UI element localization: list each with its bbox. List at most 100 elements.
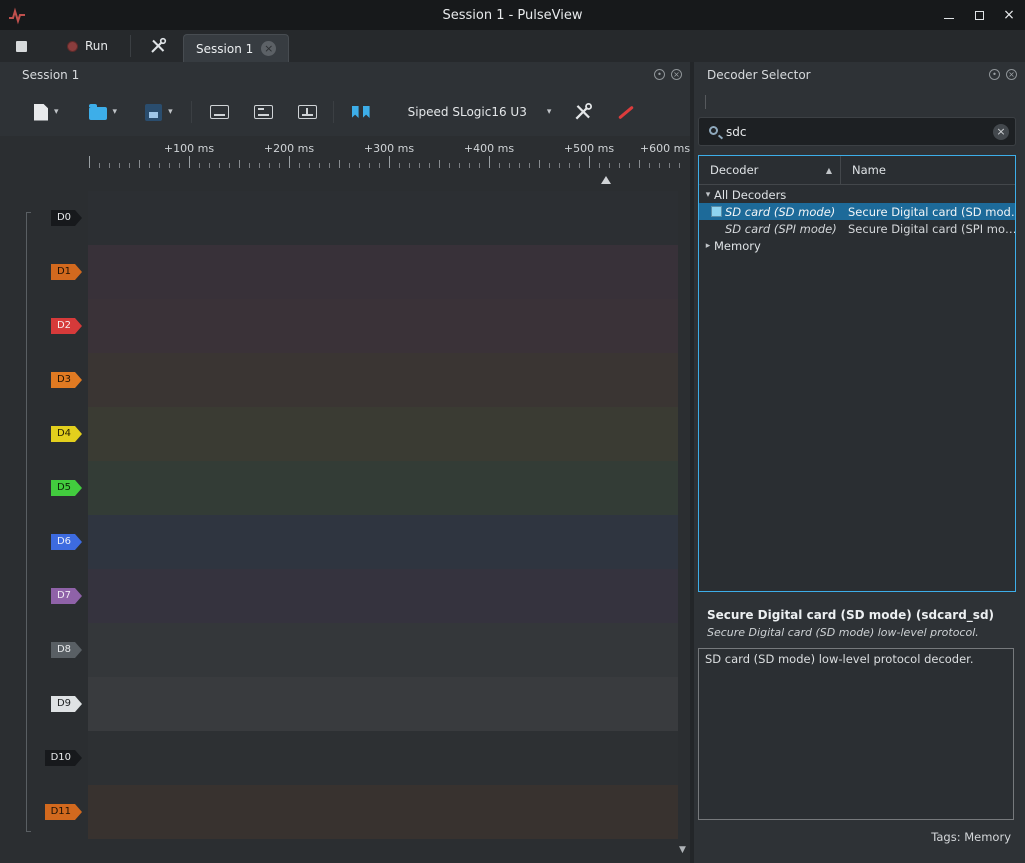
- session-dock-title: Session 1: [0, 68, 79, 82]
- ruler-label: +100 ms: [164, 142, 214, 155]
- dock-close-icon[interactable]: ×: [671, 69, 682, 80]
- channel-row: D2: [0, 299, 690, 353]
- restore-zoom-button[interactable]: [210, 105, 229, 119]
- channel-label-d8[interactable]: D8: [51, 642, 82, 658]
- channel-label-d1[interactable]: D1: [51, 264, 82, 280]
- decoder-table-header: Decoder ▲ Name: [699, 156, 1015, 185]
- zoom-fit-icon: [298, 105, 317, 119]
- save-dropdown-icon[interactable]: ▾: [168, 107, 173, 117]
- minimize-icon: [944, 18, 954, 19]
- new-session-button[interactable]: ▾: [34, 104, 59, 121]
- search-value: sdc: [726, 125, 993, 139]
- close-button[interactable]: ×: [1001, 7, 1017, 23]
- channel-label-d6[interactable]: D6: [51, 534, 82, 550]
- channel-band: [88, 353, 678, 407]
- channel-row: D1: [0, 245, 690, 299]
- session-dock: Session 1 • × ▾ ▾ ▾: [0, 62, 690, 863]
- configure-device-button[interactable]: [573, 102, 593, 122]
- decoder-search-input[interactable]: sdc ×: [698, 117, 1016, 146]
- dock-float-icon[interactable]: •: [654, 69, 665, 80]
- decoder-description-body[interactable]: SD card (SD mode) low-level protocol dec…: [698, 648, 1014, 820]
- decoder-rows: ▾ All Decoders SD card (SD mode) Secure …: [699, 186, 1015, 591]
- caret-down-icon[interactable]: ▾: [702, 190, 714, 200]
- channel-band: [88, 623, 678, 677]
- tab-close-button[interactable]: ×: [261, 41, 276, 56]
- channel-row: D4: [0, 407, 690, 461]
- pulseview-window: Session 1 - PulseView × Run Session 1 ×: [0, 0, 1025, 863]
- maximize-button[interactable]: [971, 7, 987, 23]
- tab-session-1[interactable]: Session 1 ×: [183, 34, 289, 62]
- channel-label-d11[interactable]: D11: [45, 804, 82, 820]
- time-ruler[interactable]: +100 ms +200 ms +300 ms +400 ms +500 ms …: [0, 136, 690, 168]
- channel-label-d10[interactable]: D10: [45, 750, 82, 766]
- new-dropdown-icon[interactable]: ▾: [54, 107, 59, 117]
- tree-row-sd-card-spi-mode[interactable]: SD card (SPI mode) Secure Digital card (…: [699, 220, 1015, 237]
- channel-band: [88, 461, 678, 515]
- channel-row: D5: [0, 461, 690, 515]
- decoder-selector-dock: Decoder Selector • × sdc × Decoder ▲: [694, 62, 1025, 863]
- trigger-settings-button[interactable]: [617, 111, 635, 114]
- channel-row: D3: [0, 353, 690, 407]
- run-label: Run: [85, 39, 108, 53]
- device-selector[interactable]: Sipeed SLogic16 U3 ▾: [408, 105, 552, 119]
- search-clear-button[interactable]: ×: [993, 124, 1009, 140]
- column-header-decoder[interactable]: Decoder ▲: [699, 156, 841, 184]
- channel-label-d0[interactable]: D0: [51, 210, 82, 226]
- channel-band: [88, 245, 678, 299]
- wrench-icon: [573, 102, 593, 122]
- channel-row: D11: [0, 785, 690, 839]
- cursor-flag-icon: [352, 106, 359, 118]
- channel-label-d3[interactable]: D3: [51, 372, 82, 388]
- group-label: Memory: [714, 239, 761, 253]
- scrollbar-down-icon[interactable]: ▼: [679, 845, 686, 855]
- decoder-tags: Tags: Memory: [931, 830, 1011, 844]
- stop-button[interactable]: [8, 37, 35, 56]
- run-button[interactable]: Run: [59, 35, 116, 57]
- dock-float-icon[interactable]: •: [989, 69, 1000, 80]
- open-dropdown-icon[interactable]: ▾: [113, 107, 118, 117]
- save-file-button[interactable]: ▾: [145, 104, 173, 121]
- trigger-slope-icon: [619, 105, 635, 119]
- settings-button[interactable]: [141, 33, 175, 59]
- stop-icon: [16, 41, 27, 52]
- show-cursors-button[interactable]: [352, 106, 370, 118]
- channel-row: D10: [0, 731, 690, 785]
- maximize-icon: [975, 11, 984, 20]
- decoder-full-name: Secure Digital card (SD mod…: [841, 205, 1015, 219]
- cursor-flag-icon: [363, 106, 370, 118]
- tree-group-all-decoders[interactable]: ▾ All Decoders: [699, 186, 1015, 203]
- dock-close-icon[interactable]: ×: [1006, 69, 1017, 80]
- toolbar-separator: [191, 101, 192, 123]
- caret-right-icon[interactable]: ▸: [702, 241, 714, 251]
- decoder-description-subtitle: Secure Digital card (SD mode) low-level …: [707, 626, 979, 639]
- run-icon: [67, 41, 78, 52]
- open-folder-icon: [89, 107, 107, 120]
- ruler-label: +200 ms: [264, 142, 314, 155]
- tree-group-memory[interactable]: ▸ Memory: [699, 237, 1015, 254]
- open-file-button[interactable]: ▾: [89, 104, 118, 120]
- zoom-in-icon: [210, 105, 229, 119]
- tab-label: Session 1: [196, 42, 253, 56]
- channel-label-d7[interactable]: D7: [51, 588, 82, 604]
- ruler-label: +400 ms: [464, 142, 514, 155]
- minimize-button[interactable]: [941, 7, 957, 23]
- channel-label-d4[interactable]: D4: [51, 426, 82, 442]
- session-dock-titlebar: Session 1 • ×: [0, 62, 690, 88]
- toolbar-separator: [130, 35, 131, 57]
- ruler-label: +500 ms: [564, 142, 614, 155]
- channel-label-d2[interactable]: D2: [51, 318, 82, 334]
- zoom-fit-button[interactable]: [298, 105, 317, 119]
- device-dropdown-icon: ▾: [547, 107, 552, 117]
- channel-row: D7: [0, 569, 690, 623]
- trace-view[interactable]: D0 D1 D2 D3 D4: [0, 168, 690, 863]
- channel-row: D8: [0, 623, 690, 677]
- tree-row-sd-card-sd-mode[interactable]: SD card (SD mode) Secure Digital card (S…: [699, 203, 1015, 220]
- channel-band: [88, 785, 678, 839]
- channel-label-d9[interactable]: D9: [51, 696, 82, 712]
- window-title: Session 1 - PulseView: [0, 8, 1025, 23]
- sort-ascending-icon: ▲: [826, 166, 832, 175]
- zoom-out-button[interactable]: [254, 105, 273, 119]
- column-header-name[interactable]: Name: [841, 156, 1015, 184]
- decoder-description-title: Secure Digital card (SD mode) (sdcard_sd…: [707, 608, 994, 622]
- channel-label-d5[interactable]: D5: [51, 480, 82, 496]
